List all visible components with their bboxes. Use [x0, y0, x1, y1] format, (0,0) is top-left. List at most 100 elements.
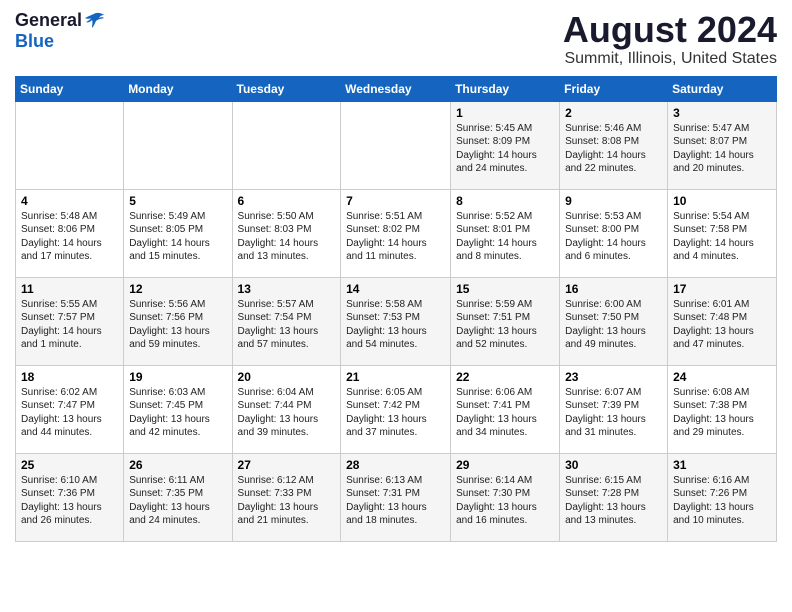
day-info: Sunrise: 5:57 AMSunset: 7:54 PMDaylight:…	[238, 298, 336, 352]
day-info: Sunrise: 5:56 AMSunset: 7:56 PMDaylight:…	[129, 298, 226, 352]
calendar-cell: 10Sunrise: 5:54 AMSunset: 7:58 PMDayligh…	[668, 189, 777, 277]
day-number: 29	[456, 458, 554, 472]
day-number: 24	[673, 370, 771, 384]
day-info: Sunrise: 6:07 AMSunset: 7:39 PMDaylight:…	[565, 386, 662, 440]
logo: General Blue	[15, 10, 104, 52]
calendar-cell: 12 Sunrise: 5:56 AMSunset: 7:56 PMDayligh…	[124, 277, 232, 365]
day-number: 13	[238, 282, 336, 296]
day-info: Sunrise: 5:53 AMSunset: 8:00 PMDaylight:…	[565, 210, 662, 264]
calendar-cell: 13 Sunrise: 5:57 AMSunset: 7:54 PMDayligh…	[232, 277, 341, 365]
header: General Blue August 2024 Summit, Illinoi…	[15, 10, 777, 68]
week-row-5: 25 Sunrise: 6:10 AMSunset: 7:36 PMDayligh…	[16, 453, 777, 541]
calendar-cell: 14 Sunrise: 5:58 AMSunset: 7:53 PMDayligh…	[341, 277, 451, 365]
calendar-cell: 22 Sunrise: 6:06 AMSunset: 7:41 PMDayligh…	[451, 365, 560, 453]
day-info: Sunrise: 6:12 AMSunset: 7:33 PMDaylight:…	[238, 474, 336, 528]
calendar-cell: 21 Sunrise: 6:05 AMSunset: 7:42 PMDayligh…	[341, 365, 451, 453]
day-info: Sunrise: 6:14 AMSunset: 7:30 PMDaylight:…	[456, 474, 554, 528]
day-number: 1	[456, 106, 554, 120]
header-row: SundayMondayTuesdayWednesdayThursdayFrid…	[16, 76, 777, 101]
day-info: Sunrise: 5:55 AMSunset: 7:57 PMDaylight:…	[21, 298, 118, 352]
calendar-cell: 15 Sunrise: 5:59 AMSunset: 7:51 PMDayligh…	[451, 277, 560, 365]
day-info: Sunrise: 5:54 AMSunset: 7:58 PMDaylight:…	[673, 210, 771, 264]
calendar-cell: 8 Sunrise: 5:52 AMSunset: 8:01 PMDaylight…	[451, 189, 560, 277]
day-info: Sunrise: 5:52 AMSunset: 8:01 PMDaylight:…	[456, 210, 554, 264]
day-info: Sunrise: 6:10 AMSunset: 7:36 PMDaylight:…	[21, 474, 118, 528]
day-info: Sunrise: 5:50 AMSunset: 8:03 PMDaylight:…	[238, 210, 336, 264]
calendar-cell	[124, 101, 232, 189]
week-row-1: 1 Sunrise: 5:45 AMSunset: 8:09 PMDaylight…	[16, 101, 777, 189]
day-info: Sunrise: 6:05 AMSunset: 7:42 PMDaylight:…	[346, 386, 445, 440]
day-info: Sunrise: 5:59 AMSunset: 7:51 PMDaylight:…	[456, 298, 554, 352]
day-number: 20	[238, 370, 336, 384]
day-number: 3	[673, 106, 771, 120]
day-number: 31	[673, 458, 771, 472]
calendar-cell	[16, 101, 124, 189]
day-number: 28	[346, 458, 445, 472]
day-number: 27	[238, 458, 336, 472]
day-info: Sunrise: 5:48 AMSunset: 8:06 PMDaylight:…	[21, 210, 118, 264]
day-info: Sunrise: 6:01 AMSunset: 7:48 PMDaylight:…	[673, 298, 771, 352]
day-number: 9	[565, 194, 662, 208]
day-number: 8	[456, 194, 554, 208]
day-number: 25	[21, 458, 118, 472]
calendar-cell: 17 Sunrise: 6:01 AMSunset: 7:48 PMDayligh…	[668, 277, 777, 365]
day-header-tuesday: Tuesday	[232, 76, 341, 101]
day-number: 22	[456, 370, 554, 384]
day-header-friday: Friday	[560, 76, 668, 101]
day-number: 5	[129, 194, 226, 208]
calendar-cell: 29 Sunrise: 6:14 AMSunset: 7:30 PMDayligh…	[451, 453, 560, 541]
day-info: Sunrise: 6:03 AMSunset: 7:45 PMDaylight:…	[129, 386, 226, 440]
day-info: Sunrise: 6:06 AMSunset: 7:41 PMDaylight:…	[456, 386, 554, 440]
day-info: Sunrise: 6:11 AMSunset: 7:35 PMDaylight:…	[129, 474, 226, 528]
day-number: 4	[21, 194, 118, 208]
day-info: Sunrise: 5:46 AMSunset: 8:08 PMDaylight:…	[565, 122, 662, 176]
day-number: 16	[565, 282, 662, 296]
calendar-cell: 4 Sunrise: 5:48 AMSunset: 8:06 PMDaylight…	[16, 189, 124, 277]
day-info: Sunrise: 6:13 AMSunset: 7:31 PMDaylight:…	[346, 474, 445, 528]
calendar-cell: 30Sunrise: 6:15 AMSunset: 7:28 PMDayligh…	[560, 453, 668, 541]
calendar-cell: 24 Sunrise: 6:08 AMSunset: 7:38 PMDayligh…	[668, 365, 777, 453]
calendar-cell: 2 Sunrise: 5:46 AMSunset: 8:08 PMDaylight…	[560, 101, 668, 189]
day-number: 18	[21, 370, 118, 384]
day-info: Sunrise: 5:58 AMSunset: 7:53 PMDaylight:…	[346, 298, 445, 352]
calendar-cell: 7 Sunrise: 5:51 AMSunset: 8:02 PMDaylight…	[341, 189, 451, 277]
calendar-cell: 20 Sunrise: 6:04 AMSunset: 7:44 PMDayligh…	[232, 365, 341, 453]
day-number: 15	[456, 282, 554, 296]
calendar-cell: 25 Sunrise: 6:10 AMSunset: 7:36 PMDayligh…	[16, 453, 124, 541]
day-info: Sunrise: 5:51 AMSunset: 8:02 PMDaylight:…	[346, 210, 445, 264]
calendar-cell	[232, 101, 341, 189]
calendar-cell: 19Sunrise: 6:03 AMSunset: 7:45 PMDayligh…	[124, 365, 232, 453]
day-number: 12	[129, 282, 226, 296]
day-number: 6	[238, 194, 336, 208]
calendar-cell: 28 Sunrise: 6:13 AMSunset: 7:31 PMDayligh…	[341, 453, 451, 541]
day-number: 14	[346, 282, 445, 296]
day-info: Sunrise: 5:49 AMSunset: 8:05 PMDaylight:…	[129, 210, 226, 264]
day-header-saturday: Saturday	[668, 76, 777, 101]
day-header-wednesday: Wednesday	[341, 76, 451, 101]
day-number: 30	[565, 458, 662, 472]
day-info: Sunrise: 6:04 AMSunset: 7:44 PMDaylight:…	[238, 386, 336, 440]
day-info: Sunrise: 6:08 AMSunset: 7:38 PMDaylight:…	[673, 386, 771, 440]
day-info: Sunrise: 5:45 AMSunset: 8:09 PMDaylight:…	[456, 122, 554, 176]
calendar-cell: 18Sunrise: 6:02 AMSunset: 7:47 PMDayligh…	[16, 365, 124, 453]
calendar-table: SundayMondayTuesdayWednesdayThursdayFrid…	[15, 76, 777, 542]
calendar-cell: 27 Sunrise: 6:12 AMSunset: 7:33 PMDayligh…	[232, 453, 341, 541]
day-number: 21	[346, 370, 445, 384]
calendar-cell: 3 Sunrise: 5:47 AMSunset: 8:07 PMDaylight…	[668, 101, 777, 189]
day-number: 2	[565, 106, 662, 120]
calendar-cell	[341, 101, 451, 189]
logo-bird-icon	[84, 12, 104, 28]
title-area: August 2024 Summit, Illinois, United Sta…	[563, 10, 777, 68]
calendar-cell: 16Sunrise: 6:00 AMSunset: 7:50 PMDayligh…	[560, 277, 668, 365]
day-number: 7	[346, 194, 445, 208]
day-number: 26	[129, 458, 226, 472]
day-number: 17	[673, 282, 771, 296]
calendar-cell: 31Sunrise: 6:16 AMSunset: 7:26 PMDayligh…	[668, 453, 777, 541]
day-number: 23	[565, 370, 662, 384]
day-info: Sunrise: 5:47 AMSunset: 8:07 PMDaylight:…	[673, 122, 771, 176]
week-row-2: 4 Sunrise: 5:48 AMSunset: 8:06 PMDaylight…	[16, 189, 777, 277]
calendar-cell: 6 Sunrise: 5:50 AMSunset: 8:03 PMDaylight…	[232, 189, 341, 277]
week-row-4: 18Sunrise: 6:02 AMSunset: 7:47 PMDayligh…	[16, 365, 777, 453]
calendar-cell: 26 Sunrise: 6:11 AMSunset: 7:35 PMDayligh…	[124, 453, 232, 541]
logo-blue: Blue	[15, 31, 54, 52]
